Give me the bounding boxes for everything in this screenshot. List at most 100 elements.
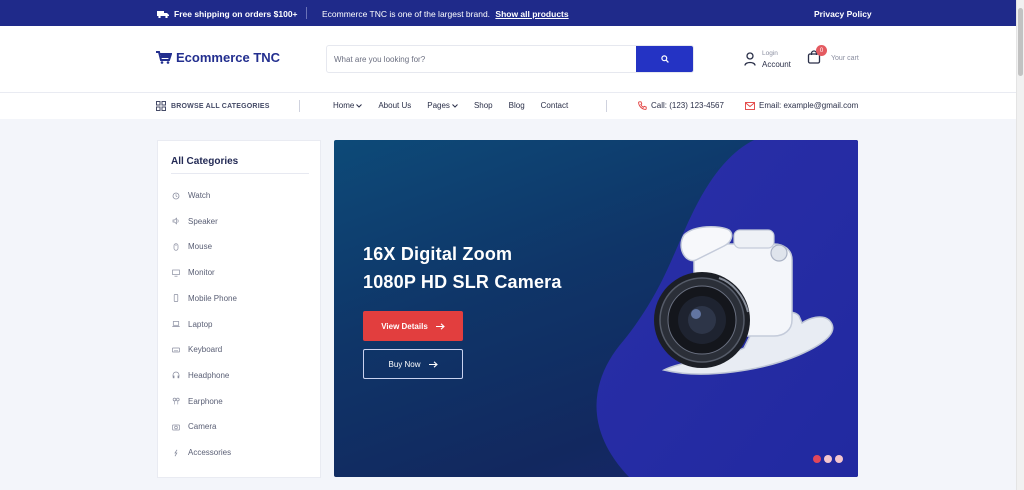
cart-logo-icon — [156, 51, 172, 64]
phone-text: Call: (123) 123-4567 — [651, 101, 724, 110]
slider-dot-3[interactable] — [835, 455, 843, 463]
keyboard-icon — [172, 346, 180, 354]
browse-categories-button[interactable]: BROWSE ALL CATEGORIES — [156, 101, 270, 111]
site-logo[interactable]: Ecommerce TNC — [156, 50, 280, 65]
category-item-keyboard[interactable]: Keyboard — [172, 345, 222, 354]
nav-item-shop[interactable]: Shop — [474, 101, 493, 110]
cart-count-badge: 0 — [816, 45, 827, 56]
free-shipping-notice: Free shipping on orders $100+ — [157, 9, 298, 19]
speaker-icon — [172, 217, 180, 225]
hero-banner: 16X Digital Zoom 1080P HD SLR Camera Vie… — [334, 140, 858, 477]
email-contact[interactable]: Email: example@gmail.com — [745, 101, 858, 110]
category-label: Mouse — [188, 242, 213, 252]
page-scrollbar[interactable] — [1016, 0, 1024, 490]
brand-message-text: Ecommerce TNC is one of the largest bran… — [322, 9, 491, 19]
cart-label: Your cart — [831, 54, 859, 62]
mouse-icon — [172, 243, 180, 251]
camera-product-image — [654, 225, 834, 375]
sidebar-title: All Categories — [171, 156, 239, 167]
category-item-headphone[interactable]: Headphone — [172, 371, 229, 380]
category-label: Monitor — [188, 268, 215, 278]
category-label: Earphone — [188, 396, 223, 406]
category-label: Keyboard — [188, 345, 223, 355]
category-item-mouse[interactable]: Mouse — [172, 242, 212, 251]
chevron-down-icon — [452, 104, 458, 108]
view-details-label: View Details — [381, 321, 428, 331]
sidebar-divider — [171, 173, 309, 174]
slider-dots — [813, 455, 843, 463]
category-item-monitor[interactable]: Monitor — [172, 268, 215, 277]
chevron-down-icon — [356, 104, 363, 108]
buy-now-label: Buy Now — [388, 359, 421, 369]
topbar-divider — [306, 7, 307, 19]
truck-icon — [157, 11, 169, 18]
category-item-laptop[interactable]: Laptop — [172, 320, 212, 329]
category-label: Watch — [188, 191, 211, 200]
buy-now-button[interactable]: Buy Now — [363, 349, 463, 379]
category-item-accessories[interactable]: Accessories — [172, 448, 231, 457]
search-button[interactable] — [636, 46, 693, 72]
main-navigation: BROWSE ALL CATEGORIES Home About Us Page… — [0, 92, 1016, 119]
shipping-text: Free shipping on orders $100+ — [174, 9, 298, 19]
search-input[interactable] — [327, 46, 638, 72]
category-sidebar: All Categories Watch Speaker Mouse Monitor M… — [157, 140, 321, 478]
privacy-policy-link[interactable]: Privacy Policy — [814, 9, 872, 19]
nav-item-pages[interactable]: Pages — [427, 101, 458, 110]
category-label: Camera — [188, 422, 217, 432]
hero-headline-line-1: 16X Digital Zoom — [363, 244, 513, 264]
category-label: Mobile Phone — [188, 293, 237, 303]
category-label: Headphone — [188, 370, 230, 380]
login-label: Login — [762, 50, 778, 57]
nav-divider — [606, 100, 607, 112]
brand-message: Ecommerce TNC is one of the largest bran… — [322, 9, 569, 19]
slider-dot-1[interactable] — [813, 455, 821, 463]
category-item-camera[interactable]: Camera — [172, 422, 216, 431]
account-label: Account — [762, 60, 791, 69]
nav-item-home[interactable]: Home — [333, 101, 363, 110]
logo-text: Ecommerce TNC — [176, 50, 281, 65]
camera-icon — [172, 423, 180, 431]
category-label: Laptop — [188, 319, 213, 329]
phone-contact[interactable]: Call: (123) 123-4567 — [638, 101, 724, 110]
nav-item-label: Home — [333, 101, 355, 110]
watch-icon — [172, 192, 180, 200]
mobile-phone-icon — [172, 294, 180, 303]
slider-dot-2[interactable] — [824, 455, 832, 463]
nav-menu: Home About Us Pages Shop Blog Contact — [333, 101, 568, 110]
category-label: Speaker — [188, 216, 218, 226]
grid-icon — [156, 101, 166, 111]
user-icon — [744, 52, 756, 66]
nav-divider — [299, 100, 300, 112]
top-announcement-bar: Free shipping on orders $100+ Ecommerce … — [0, 0, 1016, 26]
search-icon — [660, 55, 669, 63]
cart-link[interactable]: 0 Your cart — [807, 45, 859, 66]
search-bar — [326, 45, 694, 73]
category-item-earphone[interactable]: Earphone — [172, 397, 223, 406]
monitor-icon — [172, 269, 180, 277]
hero-headline: 16X Digital Zoom 1080P HD SLR Camera — [363, 240, 562, 296]
nav-item-about-us[interactable]: About Us — [378, 101, 411, 110]
headphone-icon — [172, 371, 180, 379]
phone-icon — [638, 101, 647, 110]
nav-item-contact[interactable]: Contact — [541, 101, 569, 110]
category-item-watch[interactable]: Watch — [172, 191, 210, 200]
site-header: Ecommerce TNC Login Account 0 Your — [0, 26, 1016, 92]
earphone-icon — [172, 397, 180, 405]
hero-headline-line-2: 1080P HD SLR Camera — [363, 272, 562, 292]
arrow-right-icon — [435, 322, 445, 330]
show-all-products-link[interactable]: Show all products — [495, 9, 568, 19]
category-item-speaker[interactable]: Speaker — [172, 217, 218, 226]
account-link[interactable]: Login Account — [744, 48, 791, 70]
scrollbar-thumb[interactable] — [1018, 8, 1023, 76]
laptop-icon — [172, 320, 180, 328]
browse-label: BROWSE ALL CATEGORIES — [171, 102, 270, 110]
view-details-button[interactable]: View Details — [363, 311, 463, 341]
accessories-icon — [172, 449, 180, 457]
envelope-icon — [745, 101, 755, 110]
category-item-mobile-phone[interactable]: Mobile Phone — [172, 294, 237, 303]
email-text: Email: example@gmail.com — [759, 101, 859, 110]
nav-item-blog[interactable]: Blog — [509, 101, 525, 110]
arrow-right-icon — [428, 360, 438, 368]
nav-item-label: Pages — [427, 101, 450, 110]
category-label: Accessories — [188, 448, 232, 457]
